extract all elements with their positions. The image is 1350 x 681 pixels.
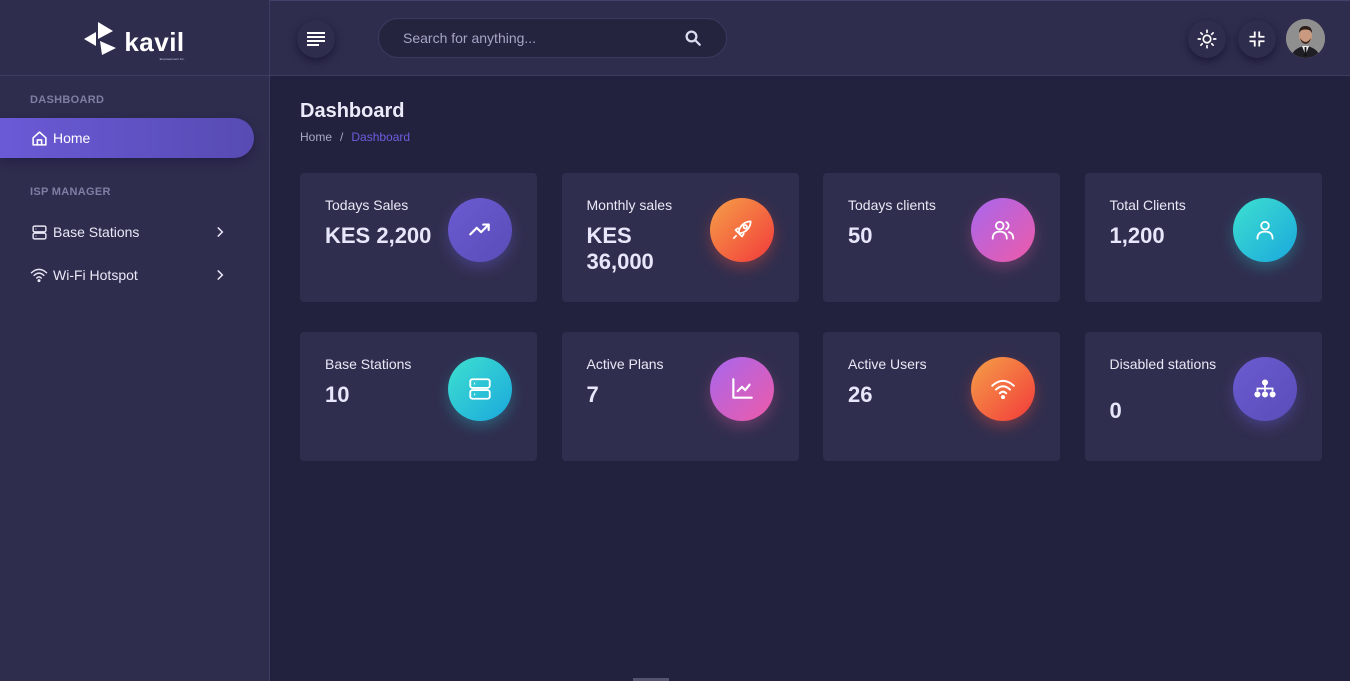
breadcrumb-separator: / bbox=[340, 130, 344, 144]
breadcrumb: Home / Dashboard bbox=[300, 130, 410, 144]
stat-card-active-plans[interactable]: Active Plans 7 bbox=[561, 332, 799, 461]
chevron-right-icon bbox=[217, 270, 224, 280]
stat-badge bbox=[709, 357, 774, 421]
sidebar-item-label: Base Stations bbox=[53, 224, 140, 240]
stat-title: Total Clients bbox=[1109, 197, 1186, 213]
user-icon bbox=[1255, 220, 1274, 240]
stat-badge bbox=[448, 357, 512, 421]
brand-tagline: Empowerment Inc. bbox=[159, 56, 185, 61]
logo-mark-icon bbox=[84, 21, 117, 55]
menu-icon bbox=[307, 32, 325, 46]
stat-value: 10 bbox=[325, 382, 350, 407]
brand-name: kavil bbox=[124, 26, 185, 57]
stat-badge bbox=[709, 198, 774, 262]
main-content: Dashboard Home / Dashboard bbox=[300, 100, 410, 144]
theme-toggle-button[interactable] bbox=[1188, 20, 1226, 58]
stat-card-base-stations[interactable]: Base Stations 10 bbox=[300, 332, 537, 461]
brand-logo[interactable]: kavil Empowerment Inc. bbox=[84, 21, 185, 61]
stat-title: Active Plans bbox=[586, 356, 664, 372]
stats-grid: Todays Sales KES 2,200 Monthly sales KES… bbox=[300, 173, 1322, 461]
search-icon[interactable] bbox=[684, 29, 702, 47]
stat-title: Monthly sales bbox=[586, 197, 673, 213]
menu-toggle-button[interactable] bbox=[297, 20, 335, 58]
fullscreen-toggle-button[interactable] bbox=[1238, 20, 1276, 58]
server-icon bbox=[469, 378, 491, 400]
page-title: Dashboard bbox=[300, 100, 405, 122]
top-header bbox=[270, 0, 1350, 76]
stat-badge bbox=[971, 357, 1035, 421]
stat-badge bbox=[1232, 198, 1297, 262]
stat-badge bbox=[448, 198, 512, 262]
stat-badge bbox=[971, 198, 1035, 262]
stat-title: Todays clients bbox=[848, 197, 936, 213]
stat-value: 1,200 bbox=[1109, 223, 1165, 248]
search-input[interactable] bbox=[403, 30, 684, 46]
sun-icon bbox=[1197, 29, 1217, 49]
logo-area: kavil Empowerment Inc. bbox=[0, 0, 269, 76]
stat-badge bbox=[1232, 357, 1297, 421]
stat-card-todays-clients[interactable]: Todays clients 50 bbox=[823, 173, 1060, 302]
stat-card-todays-sales[interactable]: Todays Sales KES 2,200 bbox=[300, 173, 537, 302]
search-bar bbox=[378, 18, 727, 58]
wifi-icon bbox=[991, 379, 1015, 400]
stat-title: Todays Sales bbox=[325, 197, 409, 213]
stat-title: Active Users bbox=[848, 356, 927, 372]
chevron-right-icon bbox=[217, 227, 224, 237]
user-avatar-image bbox=[1286, 19, 1325, 58]
breadcrumb-home[interactable]: Home bbox=[300, 130, 332, 144]
breadcrumb-current: Dashboard bbox=[351, 130, 411, 144]
stat-card-total-clients[interactable]: Total Clients 1,200 bbox=[1084, 173, 1322, 302]
stat-title: Disabled stations bbox=[1109, 356, 1217, 372]
stat-value: 50 bbox=[848, 223, 873, 248]
stat-value: KES 36,000 bbox=[586, 223, 654, 274]
trending-up-icon bbox=[469, 223, 490, 236]
sidebar: kavil Empowerment Inc. DASHBOARD Home IS… bbox=[0, 0, 270, 681]
minimize-icon bbox=[1249, 31, 1265, 47]
stat-title: Base Stations bbox=[325, 356, 412, 372]
stat-value: KES 2,200 bbox=[325, 223, 432, 248]
stat-card-active-users[interactable]: Active Users 26 bbox=[823, 332, 1060, 461]
sidebar-item-wifi-hotspot[interactable]: Wi-Fi Hotspot bbox=[0, 255, 269, 295]
sidebar-item-label: Home bbox=[53, 130, 91, 146]
sitemap-icon bbox=[1253, 379, 1276, 398]
sidebar-item-label: Wi-Fi Hotspot bbox=[53, 267, 138, 283]
stat-value: 26 bbox=[848, 382, 873, 407]
sidebar-item-home[interactable]: Home bbox=[0, 118, 254, 158]
server-icon bbox=[30, 223, 48, 241]
stat-card-monthly-sales[interactable]: Monthly sales KES 36,000 bbox=[561, 173, 799, 302]
stat-value: 0 bbox=[1109, 398, 1122, 423]
sidebar-item-base-stations[interactable]: Base Stations bbox=[0, 212, 269, 252]
stat-card-disabled-stations[interactable]: Disabled stations 0 bbox=[1084, 332, 1322, 461]
rocket-icon bbox=[732, 220, 752, 240]
users-icon bbox=[991, 220, 1015, 240]
home-icon bbox=[30, 129, 48, 147]
nav-section-isp-manager: ISP MANAGER bbox=[30, 186, 111, 198]
avatar[interactable] bbox=[1286, 19, 1325, 58]
wifi-icon bbox=[30, 266, 48, 284]
stat-value: 7 bbox=[586, 382, 599, 407]
nav-section-dashboard: DASHBOARD bbox=[30, 94, 105, 106]
chart-line-icon bbox=[731, 378, 753, 399]
